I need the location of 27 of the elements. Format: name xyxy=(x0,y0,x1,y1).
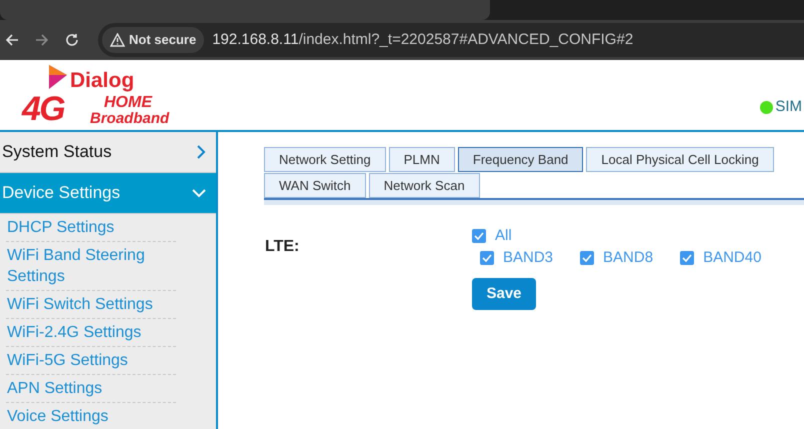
logo-drawing: Dialog 4G HOME Broadband xyxy=(0,60,180,130)
checkbox[interactable] xyxy=(480,251,494,265)
tab[interactable]: Local Physical Cell Locking xyxy=(586,147,774,172)
checkbox-label: BAND40 xyxy=(703,248,762,268)
address-bar[interactable]: Not secure 192.168.8.11/index.html?_t=2202587#ADVANCED_CONFIG#2 xyxy=(98,23,804,57)
tab[interactable]: Network Scan xyxy=(368,173,480,198)
checkbox[interactable] xyxy=(680,251,694,265)
url-text: 192.168.8.11/index.html?_t=2202587#ADVANCED_CONFIG#2 xyxy=(212,30,634,50)
save-button[interactable]: Save xyxy=(472,278,536,310)
tab[interactable]: Network Setting xyxy=(264,147,386,172)
tab[interactable]: PLMN xyxy=(388,147,455,172)
sim-label: SIM xyxy=(775,97,802,117)
checkbox-label: BAND3 xyxy=(503,248,554,268)
reload-icon[interactable] xyxy=(64,32,80,48)
back-icon[interactable] xyxy=(4,32,20,48)
warning-icon xyxy=(110,33,125,47)
checkbox-label: All xyxy=(495,226,512,246)
tab[interactable]: Frequency Band xyxy=(458,147,584,172)
lte-label: LTE: xyxy=(264,237,300,257)
checkbox-label: BAND8 xyxy=(603,248,654,268)
chevron-right-icon xyxy=(197,145,206,159)
tab[interactable]: WAN Switch xyxy=(264,173,366,198)
checkbox[interactable] xyxy=(580,251,594,265)
checkbox[interactable] xyxy=(472,229,486,243)
forward-icon[interactable] xyxy=(34,32,50,48)
security-chip[interactable]: Not secure xyxy=(102,27,204,53)
chevron-down-icon xyxy=(192,188,206,198)
